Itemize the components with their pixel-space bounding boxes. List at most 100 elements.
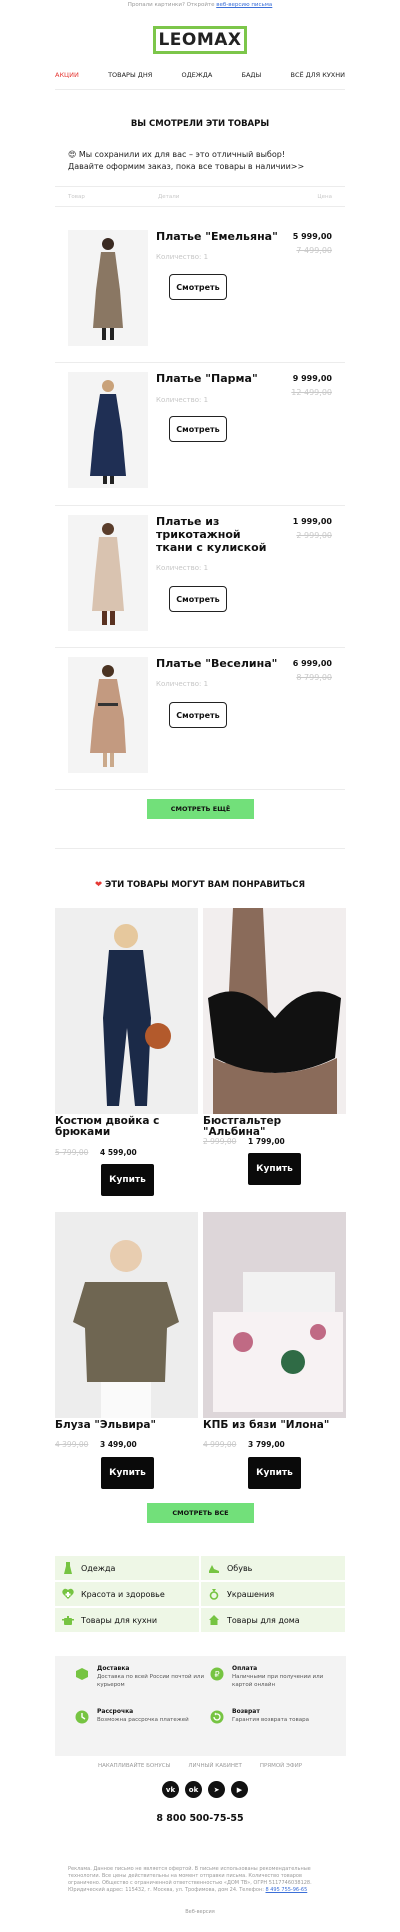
product-image[interactable] — [68, 657, 148, 773]
recommend-section-title: ❤ ЭТИ ТОВАРЫ МОГУТ ВАМ ПОНРАВИТЬСЯ — [0, 880, 400, 890]
divider — [55, 362, 345, 363]
product-old-price: 2 999,00 — [296, 531, 332, 540]
product-image[interactable] — [203, 1212, 346, 1418]
product-image[interactable] — [203, 908, 346, 1114]
divider — [55, 89, 345, 90]
product-image[interactable] — [68, 230, 148, 346]
product-old-price: 12 499,00 — [291, 388, 332, 397]
category-home[interactable]: Товары для дома — [201, 1608, 345, 1632]
product-image[interactable] — [55, 1212, 198, 1418]
heart-icon: ❤ — [94, 880, 103, 890]
product-image[interactable] — [55, 908, 198, 1114]
product-price: 3 499,00 — [100, 1440, 137, 1449]
product-name[interactable]: Костюм двойка с брюками — [55, 1116, 198, 1138]
product-old-price: 8 799,00 — [296, 673, 332, 682]
product-old-price: 5 799,00 — [55, 1148, 89, 1157]
product-quantity: Количество: 1 — [156, 564, 209, 572]
view-button[interactable]: Смотреть — [169, 274, 227, 300]
category-beauty-health[interactable]: Красота и здоровье — [55, 1582, 199, 1606]
product-old-price: 7 499,00 — [296, 246, 332, 255]
view-button[interactable]: Смотреть — [169, 586, 227, 612]
buy-button[interactable]: Купить — [248, 1457, 301, 1489]
installment-info: Рассрочка Возможна рассрочка платежей — [75, 1708, 205, 1724]
col-price-label: Цена — [317, 194, 332, 200]
info-text: Наличными при получении или картой онлай… — [232, 1674, 324, 1688]
return-icon — [210, 1710, 224, 1727]
buy-button[interactable]: Купить — [101, 1457, 154, 1489]
bonus-link[interactable]: НАКАПЛИВАЙТЕ БОНУСЫ — [98, 1763, 170, 1769]
product-name[interactable]: КПБ из бязи "Илона" — [203, 1420, 346, 1431]
nav-item-deals[interactable]: ТОВАРЫ ДНЯ — [108, 71, 152, 79]
support-phone[interactable]: 8 800 500-75-55 — [0, 1813, 400, 1824]
product-price: 6 999,00 — [292, 659, 332, 668]
product-image[interactable] — [68, 515, 148, 631]
ring-icon — [201, 1588, 227, 1600]
product-price: 1 999,00 — [292, 517, 332, 526]
view-button[interactable]: Смотреть — [169, 702, 227, 728]
svg-text:₽: ₽ — [214, 1670, 219, 1679]
info-title: Возврат — [232, 1708, 260, 1715]
shoe-icon — [201, 1562, 227, 1574]
nav-item-promo[interactable]: АКЦИИ — [55, 71, 79, 79]
live-link[interactable]: ПРЯМОЙ ЭФИР — [260, 1763, 302, 1769]
recommend-title-text: ЭТИ ТОВАРЫ МОГУТ ВАМ ПОНРАВИТЬСЯ — [105, 880, 306, 890]
category-jewelry[interactable]: Украшения — [201, 1582, 345, 1606]
nav-item-clothing[interactable]: ОДЕЖДА — [181, 71, 212, 79]
info-text: Гарантия возврата товара — [232, 1717, 310, 1723]
social-links: vk ok ➤ ▶ — [162, 1781, 248, 1798]
footer-links: НАКАПЛИВАЙТЕ БОНУСЫ ЛИЧНЫЙ КАБИНЕТ ПРЯМО… — [0, 1763, 400, 1769]
product-quantity: Количество: 1 — [156, 680, 209, 688]
category-kitchen[interactable]: Товары для кухни — [55, 1608, 199, 1632]
view-button[interactable]: Смотреть — [169, 416, 227, 442]
product-price: 4 599,00 — [100, 1148, 137, 1157]
category-label: Товары для дома — [227, 1615, 300, 1625]
vk-icon[interactable]: vk — [162, 1781, 179, 1798]
col-product-label: Товар — [68, 194, 85, 200]
legal-phone-link[interactable]: 8 495 755-96-65 — [265, 1887, 307, 1893]
nav-item-supplements[interactable]: БАДЫ — [242, 71, 262, 79]
clock-icon — [75, 1710, 89, 1727]
category-shoes[interactable]: Обувь — [201, 1556, 345, 1580]
payment-info: ₽ Оплата Наличными при получении или карт… — [210, 1665, 340, 1689]
web-version-footer[interactable]: Веб-версия — [0, 1909, 400, 1915]
logo-text: LEOMAX — [158, 30, 242, 50]
telegram-icon[interactable]: ➤ — [208, 1781, 225, 1798]
return-info: Возврат Гарантия возврата товара — [210, 1708, 340, 1724]
top-nav: АКЦИИ ТОВАРЫ ДНЯ ОДЕЖДА БАДЫ ВСЁ ДЛЯ КУХ… — [55, 71, 345, 79]
product-name[interactable]: Платье "Парма" — [156, 372, 280, 385]
product-name[interactable]: Бюстгальтер "Альбина" — [203, 1116, 346, 1138]
info-text: Возможна рассрочка платежей — [97, 1717, 189, 1723]
divider — [55, 206, 345, 207]
viewed-section-title: ВЫ СМОТРЕЛИ ЭТИ ТОВАРЫ — [130, 119, 270, 129]
account-link[interactable]: ЛИЧНЫЙ КАБИНЕТ — [188, 1763, 241, 1769]
see-all-button[interactable]: СМОТРЕТЬ ВСЕ — [147, 1503, 254, 1523]
product-price: 3 799,00 — [248, 1440, 285, 1449]
product-name[interactable]: Платье "Веселина" — [156, 657, 280, 670]
ok-icon[interactable]: ok — [185, 1781, 202, 1798]
product-quantity: Количество: 1 — [156, 253, 209, 261]
category-clothing[interactable]: Одежда — [55, 1556, 199, 1580]
product-name[interactable]: Платье "Емельяна" — [156, 230, 280, 243]
buy-button[interactable]: Купить — [248, 1153, 301, 1185]
web-version-link[interactable]: веб-версию письма — [216, 2, 272, 8]
see-more-button[interactable]: СМОТРЕТЬ ЕЩЁ — [147, 799, 254, 819]
info-title: Рассрочка — [97, 1708, 134, 1715]
info-text: Доставка по всей России почтой или курье… — [97, 1674, 205, 1688]
divider — [55, 647, 345, 648]
heart-plus-icon — [55, 1588, 81, 1600]
divider — [55, 505, 345, 506]
product-name[interactable]: Блуза "Эльвира" — [55, 1420, 198, 1431]
leomax-logo[interactable]: LEOMAX — [153, 26, 247, 54]
category-label: Одежда — [81, 1563, 116, 1573]
nav-item-kitchen[interactable]: ВСЁ ДЛЯ КУХНИ — [290, 71, 345, 79]
house-icon — [201, 1614, 227, 1626]
product-image[interactable] — [68, 372, 148, 488]
product-name[interactable]: Платье из трикотажной ткани с кулиской — [156, 515, 280, 554]
product-price: 9 999,00 — [292, 374, 332, 383]
info-title: Доставка — [97, 1665, 130, 1672]
category-label: Товары для кухни — [81, 1615, 158, 1625]
youtube-icon[interactable]: ▶ — [231, 1781, 248, 1798]
buy-button[interactable]: Купить — [101, 1164, 154, 1196]
product-price: 1 799,00 — [248, 1137, 285, 1146]
divider — [55, 186, 345, 187]
